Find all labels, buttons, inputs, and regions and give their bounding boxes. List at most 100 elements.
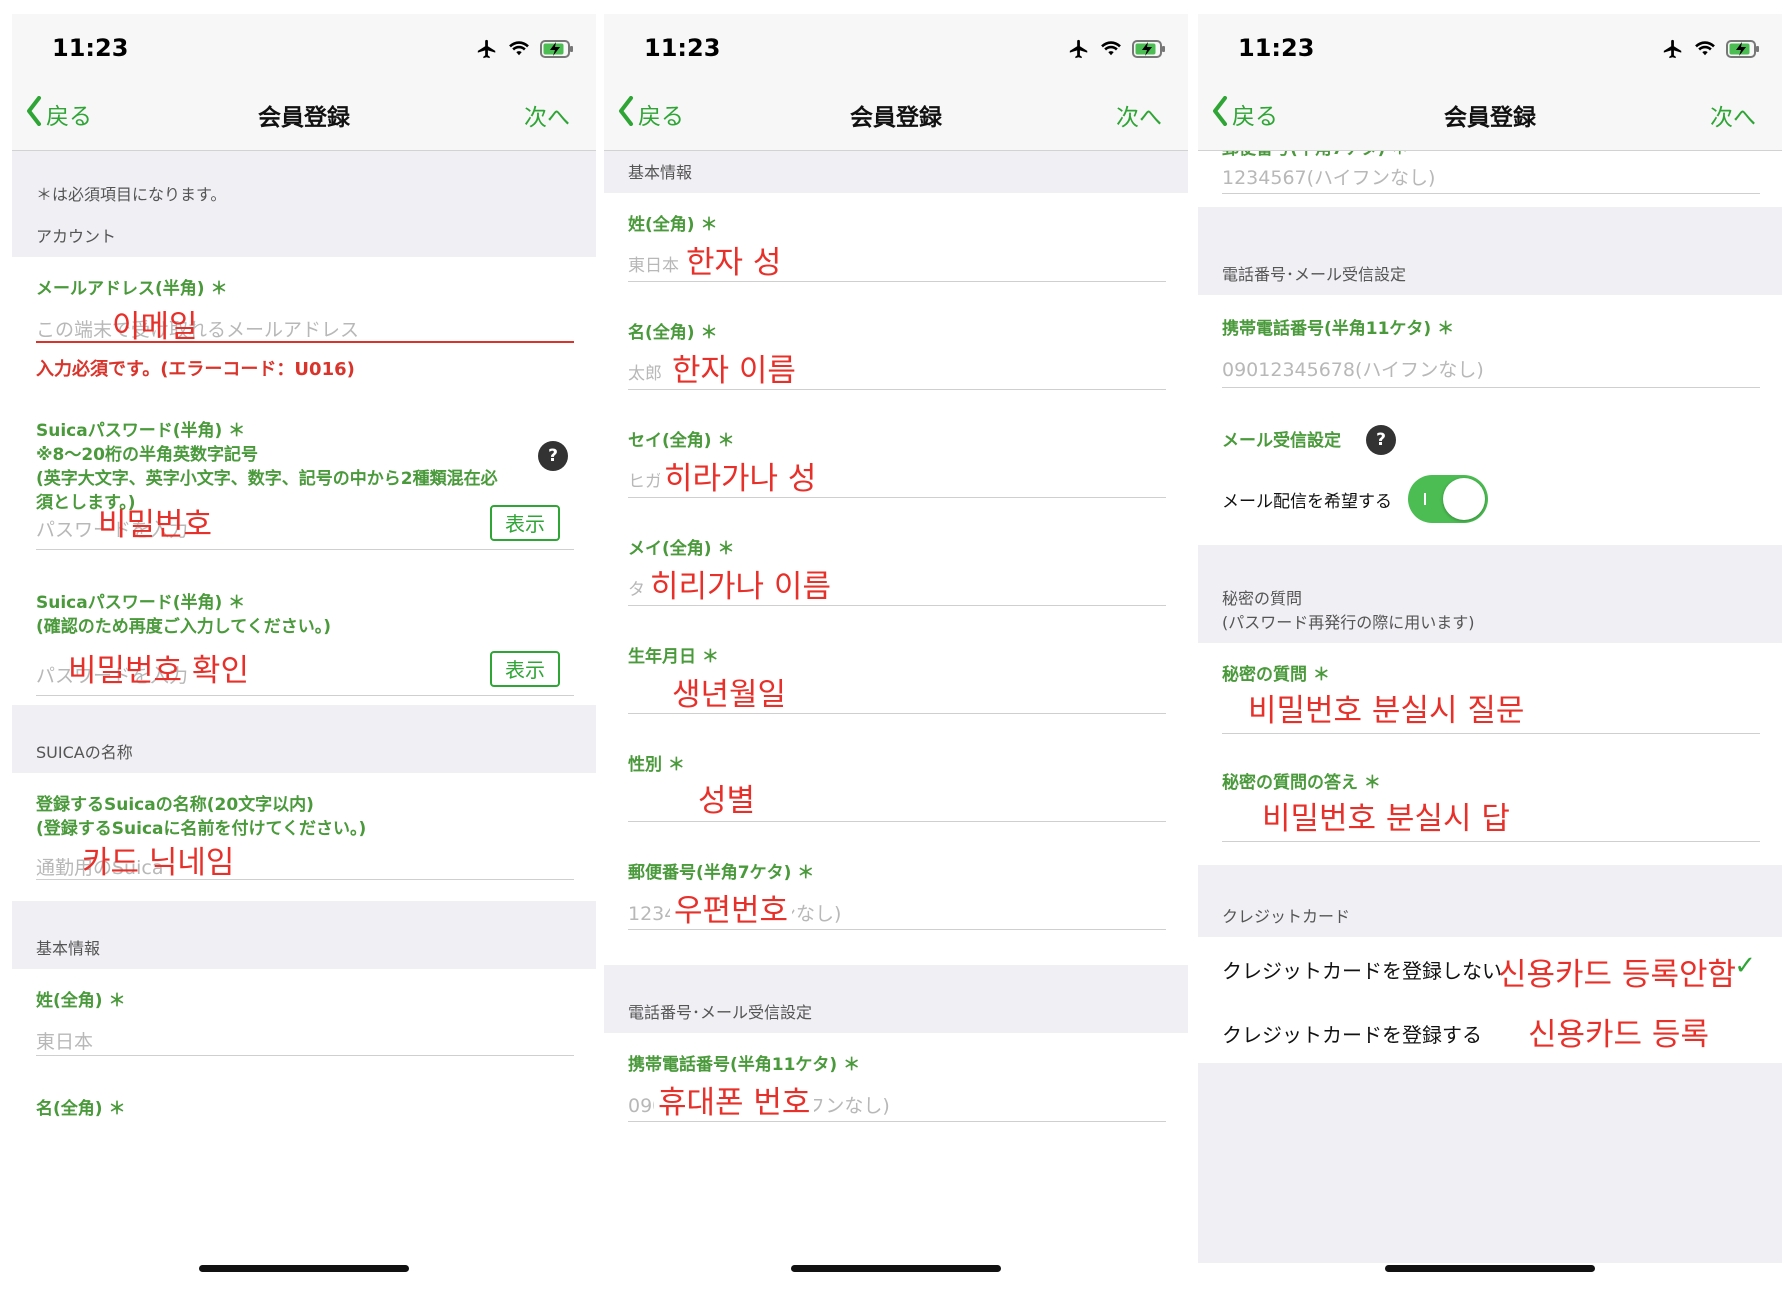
sei-field[interactable]: 東日本 [628, 251, 679, 276]
help-icon[interactable]: ? [538, 441, 568, 471]
secret-answer-underline [1222, 841, 1760, 842]
suica-name-underline [36, 879, 574, 880]
mobile-row: 携帯電話番号(半角11ケタ) ＊ 09012345678(ハイフンなし) [1198, 295, 1782, 405]
seikana-underline [628, 497, 1166, 498]
secret-answer-row: 秘密の質問の答え ＊ 비밀번호 분실시 답 [1198, 751, 1782, 865]
mail-setting-label: メール受信設定 [1222, 431, 1341, 451]
checkmark-icon: ✓ [1734, 951, 1756, 981]
email-row: メールアドレス(半角) ＊ この端末で受け取れるメールアドレス 이메일 入力必須… [12, 257, 596, 399]
section-title-secret: 秘密の質問 (パスワード再発行の際に用います) [1222, 589, 1475, 632]
page-title: 会員登録 [258, 105, 350, 131]
secret-answer-label: 秘密の質問の答え ＊ [1222, 773, 1381, 793]
birthdate-label: 生年月日 ＊ [628, 647, 719, 667]
email-label: メールアドレス(半角) ＊ [36, 279, 228, 299]
section-title-phone-mail: 電話番号･メール受信設定 [1222, 265, 1407, 284]
mobile-label: 携帯電話番号(半角11ケタ) ＊ [628, 1055, 861, 1075]
annotation-kanji-surname: 한자 성 [686, 245, 782, 281]
annotation-password: 비밀번호 [98, 507, 213, 543]
mei-field[interactable]: 太郎 [628, 359, 662, 384]
suica-name-row: 登録するSuicaの名称(20文字以内) (登録するSuicaに名前を付けてくださ… [12, 773, 596, 901]
annotation-card-not-register: 신용카드 등록안함 [1498, 957, 1737, 993]
mei-label: 名(全角) ＊ [36, 1099, 126, 1119]
navigation-bar: 戻る 会員登録 次へ [12, 74, 596, 151]
battery-charging-icon [1132, 40, 1166, 62]
annotation-card-nickname: 카드 닉네임 [82, 845, 235, 881]
password-confirm-label: Suicaパスワード(半角) ＊ (確認のため再度ご入力してください。) [36, 593, 332, 637]
annotation-kana-surname: 히라가나 성 [660, 453, 821, 498]
required-note-section: ＊は必須項目になります。 アカウント [12, 151, 596, 257]
password-confirm-row: Suicaパスワード(半角) ＊ (確認のため再度ご入力してください。) パスワー… [12, 569, 596, 705]
mail-delivery-toggle[interactable] [1408, 475, 1488, 523]
mobile-underline [628, 1121, 1166, 1122]
annotation-secret-answer: 비밀번호 분실시 답 [1262, 801, 1510, 837]
mei-underline [628, 389, 1166, 390]
status-bar: 11:23 [1198, 14, 1782, 74]
next-button[interactable]: 次へ [1710, 98, 1756, 132]
secret-question-section: 秘密の質問 (パスワード再発行の際に用います) [1198, 545, 1782, 643]
annotation-secret-question: 비밀번호 분실시 질문 [1248, 693, 1525, 729]
meikana-row: メイ(全角) ＊ タロウ 히리가나 이름 [604, 517, 1188, 625]
secret-question-row[interactable]: 秘密の質問 ＊ 비밀번호 분실시 질문 [1198, 643, 1782, 751]
suica-name-label: 登録するSuicaの名称(20文字以内) (登録するSuicaに名前を付けてくださ… [36, 795, 367, 839]
secret-question-underline [1222, 733, 1760, 734]
zip-field[interactable]: 1234567(ハイフンなし) [1222, 163, 1435, 190]
airplane-icon [1068, 38, 1090, 64]
page-title: 会員登録 [1444, 105, 1536, 131]
card-not-register-label: クレジットカードを登録しない [1222, 959, 1502, 983]
page-title: 会員登録 [850, 105, 942, 131]
annotation-gender: 성별 [698, 783, 756, 819]
gender-row[interactable]: 性別 ＊ 성별 [604, 733, 1188, 841]
password-row: Suicaパスワード(半角) ＊ ※8～20桁の半角英数字記号 (英字大文字、英字… [12, 399, 596, 569]
mei-row: 名(全角) ＊ 太郎 한자 이름 [604, 301, 1188, 409]
option-card-register[interactable]: クレジットカードを登録する 신용카드 등록 [1198, 1003, 1782, 1063]
birthdate-underline [628, 713, 1166, 714]
mei-label: 名(全角) ＊ [628, 323, 718, 343]
mail-setting-row: メール受信設定 ? メール配信を希望する [1198, 405, 1782, 545]
gender-underline [628, 821, 1166, 822]
section-title-basic: 基本情報 [36, 939, 101, 958]
sei-row: 姓(全角) ＊ 東日本 한자 성 [604, 193, 1188, 301]
form-scroll-area[interactable]: ＊は必須項目になります。 アカウント メールアドレス(半角) ＊ この端末で受け… [12, 151, 596, 1284]
battery-charging-icon [540, 40, 574, 62]
credit-card-section: クレジットカード [1198, 865, 1782, 937]
birthdate-row[interactable]: 生年月日 ＊ 생년월일 [604, 625, 1188, 733]
status-bar: 11:23 [604, 14, 1188, 74]
wifi-icon [508, 40, 530, 62]
bottom-spacer [1198, 1063, 1782, 1263]
zip-underline [628, 929, 1166, 930]
show-password-button[interactable]: 表示 [490, 505, 560, 541]
battery-charging-icon [1726, 40, 1760, 62]
option-card-not-register[interactable]: クレジットカードを登録しない ✓ 신용카드 등록안함 [1198, 937, 1782, 1003]
airplane-icon [476, 38, 498, 64]
sei-underline [36, 1055, 574, 1056]
sei-underline [628, 281, 1166, 282]
suica-name-section: SUICAの名称 [12, 705, 596, 773]
home-indicator [1385, 1265, 1595, 1272]
basic-info-section: 基本情報 [12, 901, 596, 969]
basic-info-section: 基本情報 [604, 151, 1188, 193]
form-scroll-area[interactable]: 郵便番号(半角7ケタ) ＊ 1234567(ハイフンなし) 電話番号･メール受信… [1198, 151, 1782, 1284]
phone-mail-section: 電話番号･メール受信設定 [604, 965, 1188, 1033]
mobile-label: 携帯電話番号(半角11ケタ) ＊ [1222, 319, 1455, 339]
navigation-bar: 戻る 会員登録 次へ [604, 74, 1188, 151]
wifi-icon [1100, 40, 1122, 62]
zip-row: 郵便番号(半角7ケタ) ＊ 1234567(ハイフンなし) 우편번호 [604, 841, 1188, 965]
mobile-field[interactable]: 09012345678(ハイフンなし) [1222, 355, 1484, 382]
zip-underline [1222, 193, 1760, 194]
sei-label: 姓(全角) ＊ [36, 991, 126, 1011]
form-scroll-area[interactable]: 基本情報 姓(全角) ＊ 東日本 한자 성 名(全角) ＊ 太郎 한자 이름 セ… [604, 151, 1188, 1284]
annotation-birthdate: 생년월일 [672, 677, 787, 713]
section-title-credit-card: クレジットカード [1222, 907, 1351, 926]
next-button[interactable]: 次へ [524, 98, 570, 132]
sei-field[interactable]: 東日本 [36, 1027, 93, 1054]
status-bar: 11:23 [12, 14, 596, 74]
next-button[interactable]: 次へ [1116, 98, 1162, 132]
phone-mail-section: 電話番号･メール受信設定 [1198, 207, 1782, 295]
show-password-confirm-button[interactable]: 表示 [490, 651, 560, 687]
section-title-phone-mail: 電話番号･メール受信設定 [628, 1003, 813, 1022]
help-icon[interactable]: ? [1366, 425, 1396, 455]
status-time: 11:23 [644, 34, 721, 62]
mobile-row: 携帯電話番号(半角11ケタ) ＊ 09012345678(ハイフンなし) 휴대폰… [604, 1033, 1188, 1141]
meikana-label: メイ(全角) ＊ [628, 539, 735, 559]
section-title-account: アカウント [36, 227, 117, 246]
